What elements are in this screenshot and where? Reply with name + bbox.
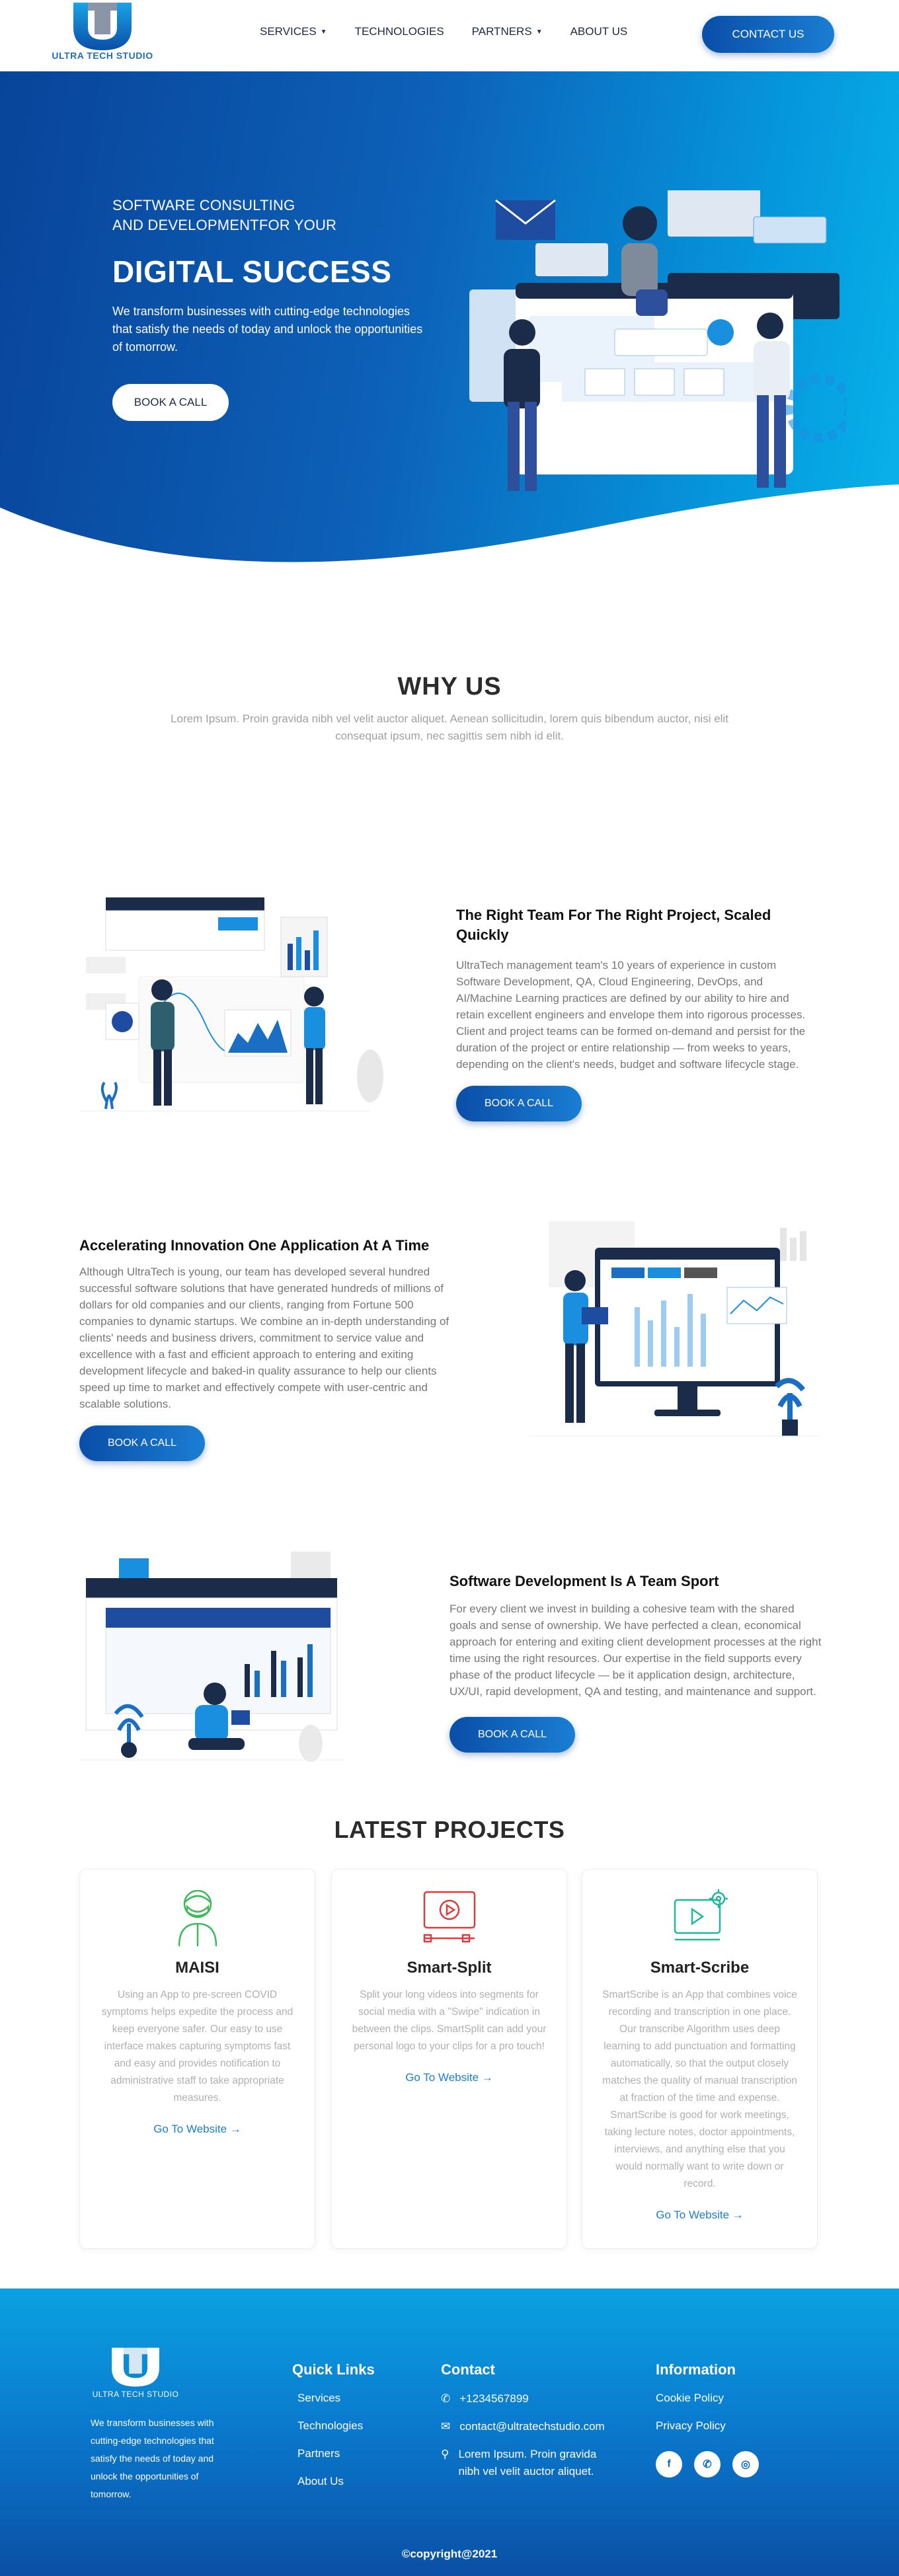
footer-logo-text: ULTRA TECH STUDIO: [92, 2390, 179, 2399]
quick-links-title: Quick Links: [292, 2361, 375, 2378]
why-us-title: WHY US: [397, 673, 502, 701]
contact-us-button[interactable]: CONTACT US: [702, 16, 834, 53]
nav-services[interactable]: SERVICES ▼: [260, 25, 327, 38]
hero-section: SOFTWARE CONSULTING AND DEVELOPMENTFOR YO…: [0, 71, 899, 574]
site-header: ULTRA TECH STUDIO SERVICES ▼ TECHNOLOGIES…: [0, 0, 899, 71]
footer-link-services[interactable]: Services: [297, 2392, 375, 2405]
why-us-section: WHY US Lorem Ipsum. Proin gravida nibh v…: [0, 673, 899, 2388]
main-nav: SERVICES ▼ TECHNOLOGIES PARTNERS ▼ ABOUT U…: [260, 25, 655, 38]
feature-2: Accelerating Innovation One Application …: [79, 1236, 450, 1461]
copyright: ©copyright@2021: [401, 2548, 498, 2560]
social-links: f ✆ ◎: [656, 2451, 759, 2478]
cookie-policy-link[interactable]: Cookie Policy: [656, 2392, 759, 2405]
logo-text: ULTRA TECH STUDIO: [52, 50, 153, 61]
feature-3: Software Development Is A Team Sport For…: [450, 1572, 823, 1753]
hero-preline: SOFTWARE CONSULTING AND DEVELOPMENTFOR YO…: [112, 196, 430, 235]
feature-text: For every client we invest in building a…: [450, 1603, 822, 1698]
feature-1: The Right Team For The Right Project, Sc…: [456, 905, 820, 1121]
hero-preline-2: AND DEVELOPMENTFOR YOUR: [112, 217, 337, 233]
team-illustration: [79, 897, 383, 1112]
masked-person-icon: [178, 1889, 217, 1947]
feature-text: UltraTech management team's 10 years of …: [456, 959, 806, 1071]
project-description: Split your long videos into segments for…: [352, 1989, 547, 2052]
project-card-maisi: MAISI Using an App to pre-screen COVID s…: [79, 1869, 315, 2249]
information-column: Information Cookie Policy Privacy Policy…: [656, 2361, 759, 2478]
hero-description: We transform businesses with cutting-edg…: [112, 305, 423, 354]
why-us-subtitle: Lorem Ipsum. Proin gravida nibh vel veli…: [171, 712, 728, 742]
nav-label: PARTNERS: [471, 25, 532, 38]
logo-icon: [73, 3, 132, 50]
hero-preline-1: SOFTWARE CONSULTING: [112, 197, 295, 213]
location-pin-icon: ⚲: [441, 2448, 450, 2460]
latest-projects-title: LATEST PROJECTS: [334, 1816, 565, 1843]
maisi-website-link[interactable]: Go To Website →: [80, 2123, 315, 2136]
hero-title: DIGITAL SUCCESS: [112, 254, 392, 289]
nav-partners[interactable]: PARTNERS ▼: [472, 25, 543, 38]
phone-text: +1234567899: [459, 2392, 529, 2405]
address-text: Lorem Ipsum. Proin gravida nibh vel veli…: [458, 2448, 597, 2478]
feature-1-book-call-button[interactable]: BOOK A CALL: [456, 1086, 582, 1121]
video-gear-icon: [674, 1889, 728, 1941]
logo-icon: [112, 2347, 159, 2387]
footer-link-technologies[interactable]: Technologies: [297, 2419, 375, 2433]
privacy-policy-link[interactable]: Privacy Policy: [656, 2419, 759, 2433]
project-name: Smart-Split: [407, 1959, 492, 1977]
analytics-illustration: [529, 1221, 820, 1437]
feature-title: Software Development Is A Team Sport: [450, 1573, 719, 1589]
chevron-down-icon: ▼: [320, 28, 327, 36]
feature-title: Accelerating Innovation One Application …: [79, 1237, 430, 1254]
project-description: Using an App to pre-screen COVID symptom…: [101, 1989, 293, 2103]
feature-text: Although UltraTech is young, our team ha…: [79, 1266, 450, 1410]
envelope-icon: ✉: [441, 2420, 451, 2433]
project-card-smart-scribe: Smart-Scribe SmartScribe is an App that …: [582, 1869, 818, 2249]
nav-label: ABOUT US: [570, 25, 628, 38]
site-footer: ULTRA TECH STUDIO We transform businesse…: [0, 2289, 899, 2576]
footer-description: We transform businesses with cutting-edg…: [91, 2417, 214, 2499]
facebook-icon[interactable]: f: [656, 2451, 682, 2478]
contact-title: Contact: [441, 2361, 495, 2378]
developer-illustration: [79, 1552, 344, 1762]
instagram-icon[interactable]: ◎: [732, 2451, 759, 2478]
phone-icon: ✆: [441, 2392, 451, 2405]
project-card-smart-split: Smart-Split Split your long videos into …: [331, 1869, 567, 2249]
site-logo[interactable]: ULTRA TECH STUDIO: [46, 1, 159, 61]
contact-email[interactable]: ✉ contact@ultratechstudio.com: [441, 2418, 619, 2435]
hero-text: SOFTWARE CONSULTING AND DEVELOPMENTFOR YO…: [112, 196, 430, 421]
project-description: SmartScribe is an App that combines voic…: [602, 1989, 797, 2189]
whatsapp-icon[interactable]: ✆: [694, 2451, 721, 2478]
footer-logo[interactable]: ULTRA TECH STUDIO: [86, 2347, 185, 2399]
feature-2-book-call-button[interactable]: BOOK A CALL: [79, 1425, 205, 1461]
smart-scribe-website-link[interactable]: Go To Website →: [582, 2209, 817, 2222]
nav-about[interactable]: ABOUT US: [570, 25, 628, 38]
email-text: contact@ultratechstudio.com: [459, 2420, 605, 2433]
quick-links: Quick Links Services Technologies Partne…: [292, 2361, 375, 2488]
contact-address: ⚲ Lorem Ipsum. Proin gravida nibh vel ve…: [441, 2446, 619, 2480]
contact-phone[interactable]: ✆ +1234567899: [441, 2390, 619, 2407]
nav-label: SERVICES: [260, 25, 317, 38]
feature-title: The Right Team For The Right Project, Sc…: [456, 907, 771, 943]
smart-split-website-link[interactable]: Go To Website →: [332, 2071, 567, 2084]
nav-label: TECHNOLOGIES: [354, 25, 444, 38]
nav-technologies[interactable]: TECHNOLOGIES: [355, 25, 444, 38]
project-name: Smart-Scribe: [650, 1959, 750, 1977]
hero-book-call-button[interactable]: BOOK A CALL: [112, 384, 229, 421]
video-split-icon: [423, 1891, 475, 1943]
project-name: MAISI: [175, 1959, 219, 1977]
feature-3-book-call-button[interactable]: BOOK A CALL: [450, 1717, 575, 1753]
contact-column: Contact ✆ +1234567899 ✉ contact@ultratec…: [441, 2361, 619, 2480]
information-title: Information: [656, 2361, 736, 2378]
footer-link-about[interactable]: About Us: [297, 2475, 375, 2488]
chevron-down-icon: ▼: [535, 28, 543, 36]
footer-link-partners[interactable]: Partners: [297, 2447, 375, 2460]
hero-wave: [0, 484, 899, 574]
